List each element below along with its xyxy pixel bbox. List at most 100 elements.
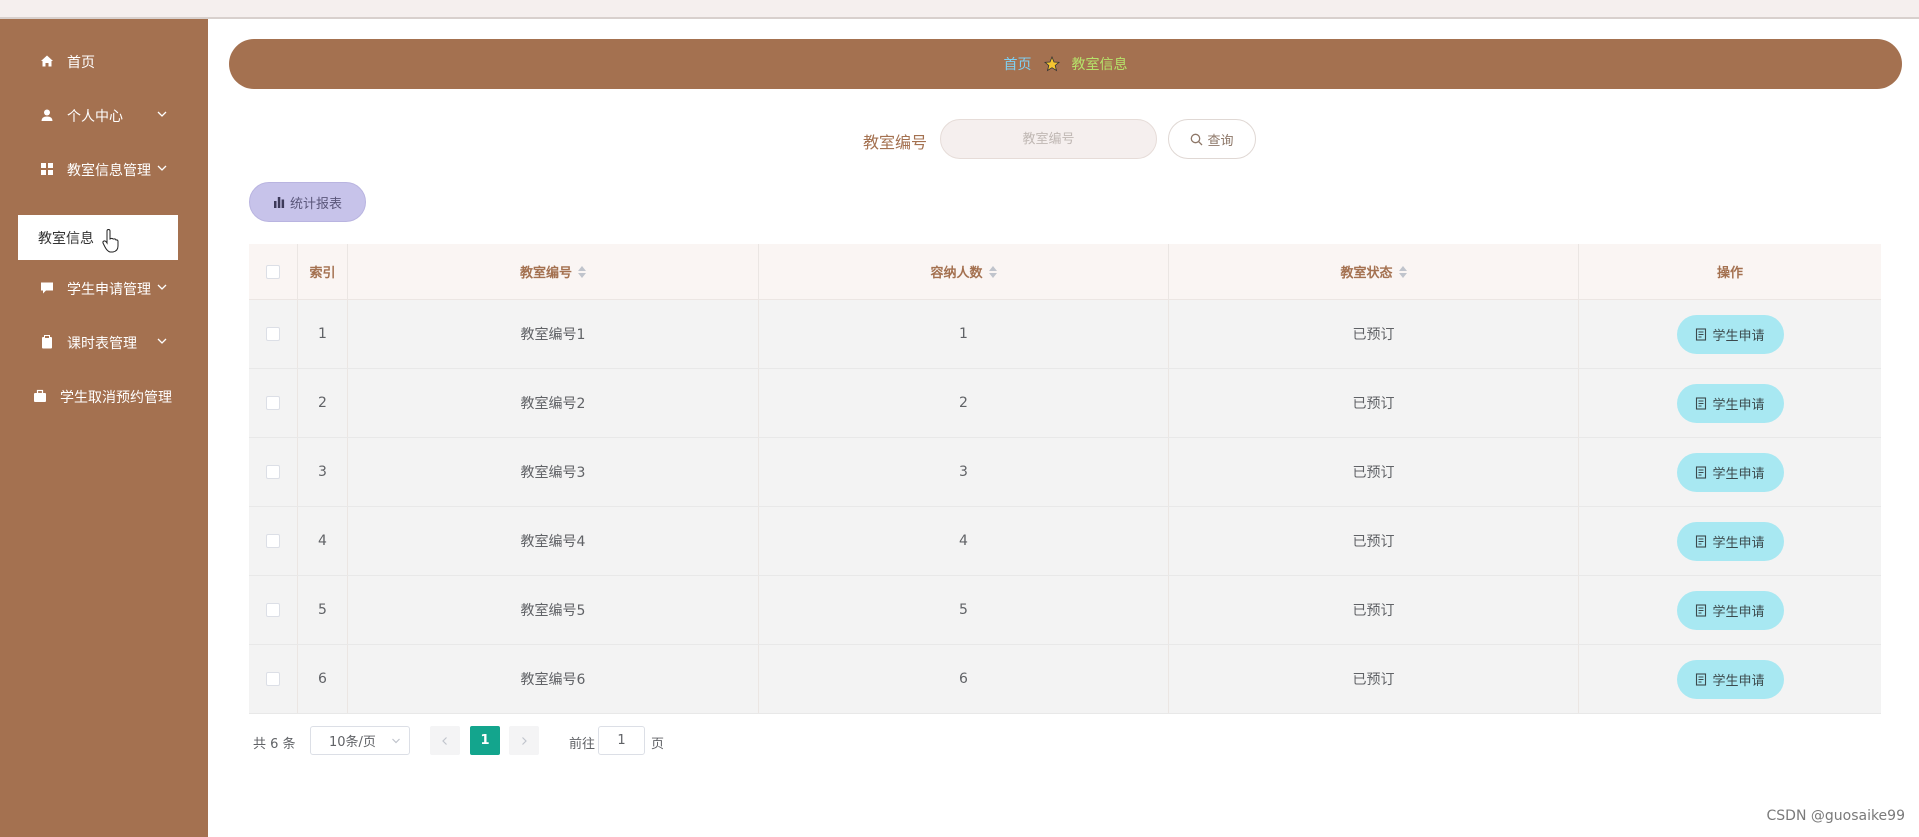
briefcase-icon [33,389,47,403]
row-index: 4 [298,507,348,575]
document-icon [1696,465,1707,479]
query-button-label: 查询 [1207,133,1234,149]
row-checkbox[interactable] [266,672,280,686]
home-icon [40,54,54,68]
chevron-left-icon [442,736,447,745]
student-apply-label: 学生申请 [1712,535,1765,551]
header-classroom-code-label: 教室编号 [519,266,572,281]
table-header: 索引 教室编号 容纳人数 教室状态 操作 [249,244,1881,300]
document-icon [1696,327,1707,341]
goto-suffix: 页 [651,737,665,752]
row-actions: 学生申请 [1579,438,1881,506]
row-select-cell [249,507,298,575]
chevron-down-icon [157,284,167,290]
header-status[interactable]: 教室状态 [1169,244,1579,299]
clipboard-icon [40,335,54,349]
student-apply-button[interactable]: 学生申请 [1676,659,1784,699]
chevron-down-icon [392,738,400,744]
row-classroom-code: 教室编号2 [348,369,759,437]
hand-cursor-icon [102,229,119,253]
table-body: 1 教室编号1 1 已预订 学生申请 2 教室编号2 2 已预订 学生申请 3 教室编号3 3 已预订 学生… [249,300,1881,714]
goto-label: 前往 [569,737,596,752]
search-label: 教室编号 [863,133,928,152]
document-icon [1696,534,1707,548]
table-row: 3 教室编号3 3 已预订 学生申请 [249,438,1881,507]
student-apply-button[interactable]: 学生申请 [1676,383,1784,423]
goto-page-input[interactable] [598,726,645,755]
row-classroom-code: 教室编号6 [348,645,759,713]
student-apply-button[interactable]: 学生申请 [1676,452,1784,492]
page-number-current[interactable]: 1 [470,726,500,755]
sidebar-item-personal-center[interactable]: 个人中心 [0,95,208,135]
row-select-cell [249,369,298,437]
header-select-cell [249,244,298,299]
breadcrumb-home-link[interactable]: 首页 [1004,54,1032,74]
header-status-label: 教室状态 [1340,266,1393,281]
sidebar-item-label: 首页 [67,55,95,71]
row-index: 2 [298,369,348,437]
student-apply-label: 学生申请 [1712,604,1765,620]
search-icon [1191,133,1203,145]
row-select-cell [249,300,298,368]
sort-caret-icon[interactable] [988,265,997,278]
header-capacity-label: 容纳人数 [930,266,983,281]
sidebar: 首页 个人中心 教室信息管理 教室信息 学生申请管理 课时表管理 学生取消预约管… [0,19,208,837]
sort-caret-icon[interactable] [578,265,586,278]
sidebar-item-student-application[interactable]: 学生申请管理 [0,268,208,308]
sidebar-item-classroom-management[interactable]: 教室信息管理 [0,149,208,189]
stats-report-button[interactable]: 统计报表 [249,182,366,222]
row-checkbox[interactable] [266,465,280,479]
student-apply-button[interactable]: 学生申请 [1676,314,1784,354]
sidebar-item-cancel-reservation[interactable]: 学生取消预约管理 [0,376,208,416]
row-capacity: 1 [759,300,1169,368]
row-capacity: 2 [759,369,1169,437]
student-apply-button[interactable]: 学生申请 [1676,590,1784,630]
student-apply-button[interactable]: 学生申请 [1676,521,1784,561]
header-classroom-code[interactable]: 教室编号 [348,244,759,299]
classroom-code-search-input[interactable] [940,119,1157,159]
row-select-cell [249,645,298,713]
csdn-watermark: CSDN @guosaike99 [1766,808,1906,824]
table-row: 6 教室编号6 6 已预订 学生申请 [249,645,1881,714]
select-all-checkbox[interactable] [266,264,280,279]
user-icon [40,108,54,122]
browser-top-bar [0,0,1919,19]
row-status: 已预订 [1169,369,1579,437]
row-actions: 学生申请 [1579,645,1881,713]
chevron-down-icon [157,165,167,171]
chat-icon [40,281,54,295]
sidebar-item-home[interactable]: 首页 [0,41,208,81]
sidebar-subitem-classroom-info[interactable]: 教室信息 [18,215,178,260]
document-icon [1696,603,1707,617]
row-actions: 学生申请 [1579,300,1881,368]
row-checkbox[interactable] [266,534,280,548]
next-page-button[interactable] [509,726,539,755]
student-apply-label: 学生申请 [1712,397,1765,413]
row-index: 6 [298,645,348,713]
sidebar-item-timetable[interactable]: 课时表管理 [0,322,208,362]
row-capacity: 3 [759,438,1169,506]
row-checkbox[interactable] [266,396,280,410]
row-checkbox[interactable] [266,603,280,617]
sort-caret-icon[interactable] [1398,265,1407,278]
query-button[interactable]: 查询 [1168,119,1256,159]
page-size-select[interactable]: 10条/页 [310,726,410,755]
bar-chart-icon [273,197,285,208]
row-checkbox[interactable] [266,327,280,341]
header-capacity[interactable]: 容纳人数 [759,244,1169,299]
document-icon [1696,672,1707,686]
prev-page-button[interactable] [430,726,460,755]
row-select-cell [249,438,298,506]
sidebar-item-label: 学生取消预约管理 [60,390,172,406]
header-actions-label: 操作 [1716,266,1743,281]
row-classroom-code: 教室编号4 [348,507,759,575]
row-capacity: 4 [759,507,1169,575]
sidebar-item-label: 教室信息管理 [67,163,151,179]
pagination-total: 共 6 条 [253,737,296,752]
chevron-down-icon [157,338,167,344]
row-status: 已预订 [1169,645,1579,713]
student-apply-label: 学生申请 [1712,466,1765,482]
header-index: 索引 [298,244,348,299]
row-capacity: 5 [759,576,1169,644]
sidebar-item-label: 课时表管理 [67,336,137,352]
